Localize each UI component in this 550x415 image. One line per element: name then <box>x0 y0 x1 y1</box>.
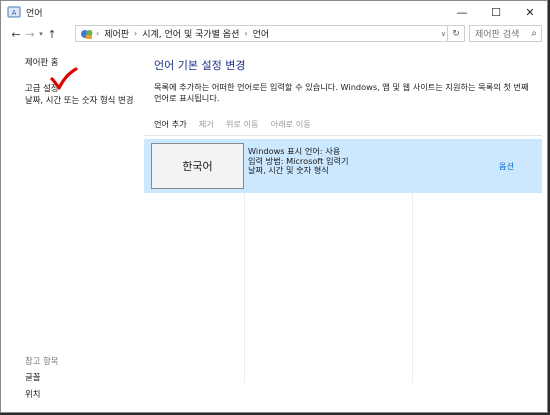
language-toolbar: 언어 추가 제거 위로 이동 아래로 이동 <box>154 118 311 130</box>
title-bar: A 언어 — ☐ ✕ <box>1 1 547 23</box>
breadcrumb-separator-icon: › <box>134 29 138 38</box>
move-down-button[interactable]: 아래로 이동 <box>271 118 311 130</box>
page-title: 언어 기본 설정 변경 <box>154 59 246 72</box>
language-list: 한국어 Windows 표시 언어: 사용 입력 방법: Microsoft 입… <box>144 139 542 383</box>
maximize-button[interactable]: ☐ <box>479 1 513 23</box>
move-up-button[interactable]: 위로 이동 <box>226 118 259 130</box>
recent-locations-chevron-icon[interactable]: ▾ <box>37 30 45 38</box>
language-name-tile[interactable]: 한국어 <box>151 143 244 189</box>
minimize-button[interactable]: — <box>445 1 479 23</box>
toolbar-divider <box>144 135 542 136</box>
up-button[interactable]: ↑ <box>45 28 59 41</box>
language-details: Windows 표시 언어: 사용 입력 방법: Microsoft 입력기 날… <box>248 146 349 176</box>
search-box[interactable]: 제어판 검색 ⌕ <box>469 25 542 42</box>
fonts-link[interactable]: 글꼴 <box>25 371 40 383</box>
location-link[interactable]: 위치 <box>25 388 40 400</box>
remove-button[interactable]: 제거 <box>199 118 214 130</box>
see-also-heading: 참고 항목 <box>25 356 59 366</box>
search-icon: ⌕ <box>531 28 537 39</box>
control-panel-icon <box>81 29 93 39</box>
address-dropdown-icon[interactable]: ∨ <box>441 30 446 38</box>
search-input[interactable]: 제어판 검색 <box>475 27 531 40</box>
breadcrumb-separator-icon: › <box>244 29 248 38</box>
options-link[interactable]: 옵션 <box>499 160 514 172</box>
refresh-icon[interactable]: ↻ <box>447 26 464 41</box>
breadcrumb-separator-icon: › <box>96 29 100 38</box>
address-bar[interactable]: › 제어판 › 시계, 언어 및 국가별 옵션 › 언어 ∨ ↻ <box>75 25 465 42</box>
page-description: 목록에 추가하는 어떠한 언어로든 입력할 수 있습니다. Windows, 앱… <box>154 82 529 103</box>
main-content: 언어 기본 설정 변경 목록에 추가하는 어떠한 언어로든 입력할 수 있습니다… <box>139 45 547 412</box>
language-window: A 언어 — ☐ ✕ ← → ▾ ↑ › 제어판 › 시계, 언어 및 국가별 … <box>0 0 548 413</box>
red-checkmark-annotation <box>50 67 78 90</box>
format-info: 날짜, 시간 및 숫자 형식 <box>248 165 329 175</box>
svg-text:A: A <box>12 9 17 17</box>
add-language-button[interactable]: 언어 추가 <box>154 118 187 130</box>
left-pane: 제어판 홈 고급 설정 날짜, 시간 또는 숫자 형식 변경 참고 항목 글꼴 … <box>1 45 139 412</box>
navigation-bar: ← → ▾ ↑ › 제어판 › 시계, 언어 및 국가별 옵션 › 언어 ∨ ↻… <box>1 23 547 45</box>
window-title: 언어 <box>26 8 43 19</box>
language-row[interactable]: 한국어 Windows 표시 언어: 사용 입력 방법: Microsoft 입… <box>144 139 542 193</box>
language-icon: A <box>7 6 21 18</box>
breadcrumb-clock-language-region[interactable]: 시계, 언어 및 국가별 옵션 <box>142 27 239 40</box>
breadcrumb-language[interactable]: 언어 <box>253 27 270 40</box>
close-button[interactable]: ✕ <box>513 1 547 23</box>
back-button[interactable]: ← <box>9 28 23 41</box>
change-date-time-format-link[interactable]: 날짜, 시간 또는 숫자 형식 변경 <box>25 95 145 105</box>
forward-button[interactable]: → <box>23 28 37 41</box>
breadcrumb-control-panel[interactable]: 제어판 <box>104 27 129 40</box>
